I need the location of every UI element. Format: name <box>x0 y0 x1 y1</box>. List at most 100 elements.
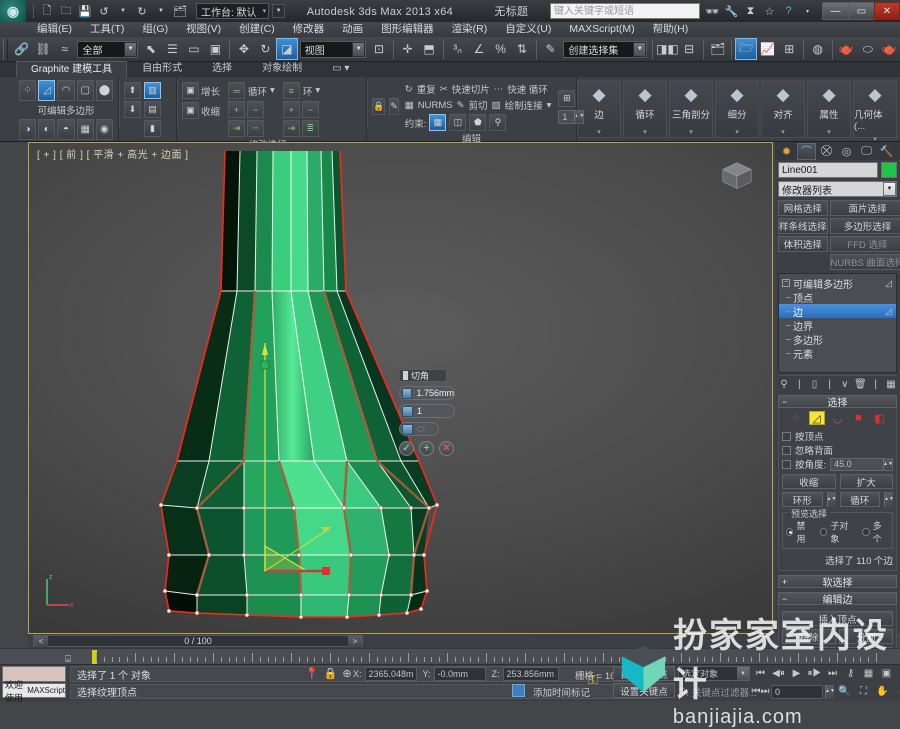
repeat-icon[interactable]: ↻ <box>405 84 413 95</box>
close-button[interactable]: ✕ <box>874 2 900 20</box>
ribbon-big-button-triangulate-icon[interactable]: ◆ 三角剖分 ▾ <box>669 80 713 138</box>
ribbon-big-button-subdivide-icon[interactable]: ◆ 细分 ▾ <box>715 80 759 138</box>
display-tab[interactable]: 🖵 <box>857 143 876 160</box>
render-production-icon[interactable]: 🫖 <box>879 38 900 60</box>
caddy-open-toggle[interactable]: ⬭ <box>399 422 439 436</box>
ring-expand-icon[interactable]: + <box>282 101 300 118</box>
soft-selection-rollout-header[interactable]: + 软选择 <box>778 575 897 589</box>
rectangular-select-icon[interactable]: ▭ <box>183 38 205 60</box>
snap3-icon[interactable]: ³ₙ <box>447 38 469 60</box>
menu-item-1[interactable]: 工具(T) <box>81 22 133 37</box>
preview-off-radio[interactable] <box>786 528 794 536</box>
utilities-tab[interactable]: 🔨 <box>877 143 896 160</box>
viewport[interactable]: [ + ] [ 前 ] [ 平滑 + 高光 + 边面 ] z x 切角 1.75… <box>29 143 772 633</box>
by-vertex-checkbox[interactable] <box>782 431 791 441</box>
insert-vertex-button[interactable]: 插入顶点 <box>782 611 893 626</box>
chevron-down-icon[interactable]: ▾ <box>597 128 601 136</box>
stack-item-0[interactable]: − 可编辑多边形 ◿ <box>779 276 896 291</box>
ring-dash-icon[interactable]: ≣ <box>301 120 319 137</box>
ribbon-big-button-loop-icon[interactable]: ◆ 循环 ▾ <box>623 80 667 138</box>
modifier-button-3[interactable]: 多边形选择 <box>829 218 900 234</box>
object-name-input[interactable]: Line001 <box>778 162 878 178</box>
edit-lock-icon[interactable]: 🔒 <box>372 98 386 115</box>
zoom-region-icon[interactable]: ▩ <box>896 666 900 681</box>
menu-item-2[interactable]: 组(G) <box>133 22 177 37</box>
by-vertex-row[interactable]: 按顶点 <box>782 429 893 443</box>
zoom-all-icon[interactable]: ⛶ <box>855 684 872 699</box>
set-key-button[interactable]: 设置关键点 <box>613 683 675 698</box>
by-angle-field[interactable]: 45.0 ▲▼ <box>830 457 893 471</box>
loop-shift-icon[interactable]: ⇥ <box>228 120 246 137</box>
next-frame-button[interactable]: > <box>348 635 362 647</box>
workspace-dropdown[interactable]: 工作台: 默认 ▾ <box>196 3 270 19</box>
modify-tab[interactable]: ⌒ <box>797 142 816 160</box>
caddy-apply-button[interactable]: + <box>419 441 434 456</box>
goto-start-icon[interactable]: ⏮ <box>752 666 769 681</box>
ring-shrink-icon[interactable]: − <box>301 101 319 118</box>
viewport-label[interactable]: [ + ] [ 前 ] [ 平滑 + 高光 + 边面 ] <box>37 146 189 161</box>
repeat-last-icon[interactable]: ◐ <box>38 119 56 140</box>
stack-item-4[interactable]: 多边形 <box>779 332 896 347</box>
play-icon[interactable]: ▶ <box>788 666 805 681</box>
loop-spinner-icon[interactable]: ▲▼ <box>884 492 894 507</box>
open-icon[interactable]: 🗀 <box>57 2 75 20</box>
ribbon-big-button-properties-icon[interactable]: ◆ 属性 ▾ <box>807 80 851 138</box>
menu-item-5[interactable]: 修改器 <box>284 22 334 37</box>
edit-edges-rollout-header[interactable]: − 编辑边 <box>778 592 897 606</box>
constraint-normal-icon[interactable]: ⚲ <box>489 114 507 131</box>
by-angle-checkbox[interactable] <box>782 459 791 469</box>
constraint-edge-icon[interactable]: ◫ <box>449 114 467 131</box>
ring-spinner-icon[interactable]: ▲▼ <box>826 492 836 507</box>
wrench-icon[interactable]: 🔧 <box>723 3 740 19</box>
selection-rollout-header[interactable]: − 选择 <box>778 395 897 409</box>
remove-modifier-icon[interactable]: 🗑 <box>854 377 867 391</box>
stack-item-1[interactable]: 顶点 <box>779 290 896 305</box>
quick-slice-icon[interactable]: ✂ <box>440 84 448 95</box>
collapse-icon[interactable]: ◓ <box>57 119 75 140</box>
nurms-icon[interactable]: ▦ <box>405 100 414 111</box>
curve-editor-icon[interactable]: 📈 <box>757 38 779 60</box>
generate-topology-icon[interactable]: ◑ <box>19 119 37 140</box>
element-mode-button[interactable]: ◧ <box>872 411 888 425</box>
polygon-subobject-button[interactable]: ▢ <box>76 80 94 101</box>
menu-item-3[interactable]: 视图(V) <box>177 22 230 37</box>
ring-dropdown-icon[interactable]: ▾ <box>315 85 320 96</box>
caddy-cancel-button[interactable]: ✕ <box>439 441 454 456</box>
ring-shift-icon[interactable]: ⇥ <box>282 120 300 137</box>
auto-key-button[interactable]: 自动关键点 <box>613 666 675 681</box>
align-icon[interactable]: ⊟ <box>678 38 700 60</box>
orbit-icon[interactable]: ◔ <box>893 684 900 699</box>
bind-space-warp-icon[interactable]: ≈ <box>54 38 76 60</box>
select-object-icon[interactable]: ⬉ <box>140 38 162 60</box>
modifier-button-5[interactable]: FFD 选择 <box>829 236 900 252</box>
select-link-icon[interactable]: 🔗 <box>11 38 33 60</box>
loop-dropdown-icon[interactable]: ▾ <box>270 85 275 96</box>
workspace-menu-button[interactable]: ▼ <box>272 4 286 18</box>
pin-icon[interactable]: 📍 <box>305 667 319 680</box>
ribbon-options-icon[interactable]: ▭ ▾ <box>317 60 364 77</box>
remove-button[interactable]: 移除 <box>782 629 836 644</box>
spinner-arrows-icon[interactable]: ▲▼ <box>883 458 893 470</box>
show-end-result-icon[interactable]: ▯ <box>808 377 820 391</box>
vertex-mode-button[interactable]: ⁘ <box>788 411 804 425</box>
angle-snap-icon[interactable]: ∠ <box>468 38 490 60</box>
named-selection-set-dropdown[interactable]: 创建选择集 ▼ <box>563 40 648 58</box>
zoom-extents-sel-icon[interactable]: ▣ <box>878 666 895 681</box>
loop-shrink-icon[interactable]: − <box>247 101 265 118</box>
layer-manager-icon[interactable]: 🗂 <box>707 38 729 60</box>
chevron-down-icon[interactable]: ▾ <box>827 128 831 136</box>
y-field[interactable]: -0.0mm <box>433 667 486 681</box>
modifier-button-1[interactable]: 面片选择 <box>829 200 900 216</box>
paint-connect-icon[interactable]: ▨ <box>492 100 501 111</box>
split-button[interactable]: 分割 <box>839 629 893 644</box>
ring-button[interactable]: 环形 <box>782 492 823 507</box>
toolbar-grip[interactable] <box>3 38 8 60</box>
chamfer-caddy[interactable]: 切角 1.756mm 1 ⬭ ✓ + ✕ <box>399 369 459 456</box>
modifier-stack[interactable]: − 可编辑多边形 ◿ 顶点边 ◿ 边界 多边形 元素 <box>778 273 897 373</box>
scene-explorer-icon[interactable]: 🗁 <box>735 38 757 60</box>
select-by-name-icon[interactable]: ☰ <box>162 38 184 60</box>
stack-item-2[interactable]: 边 ◿ <box>779 304 896 319</box>
vertex-subobject-button[interactable]: ⁘ <box>19 80 37 101</box>
undo-icon[interactable]: ↺ <box>95 2 113 20</box>
polygon-mode-button[interactable]: ■ <box>851 411 867 425</box>
